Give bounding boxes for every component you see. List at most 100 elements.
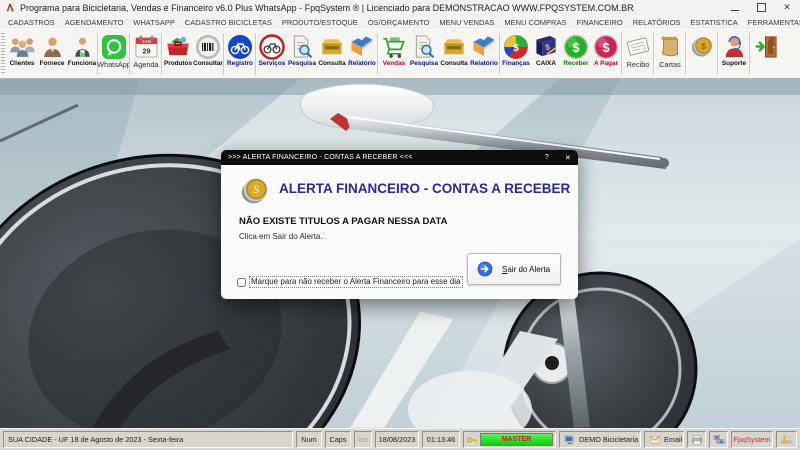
alert-optout-label[interactable]: Marque para não receber o Alerta Finance… bbox=[249, 276, 464, 288]
toolbar-button-registro[interactable]: Registro bbox=[225, 30, 255, 78]
optout-row: Marque para não receber o Alerta Finance… bbox=[237, 276, 464, 288]
toolbar-button-label: Produtos bbox=[163, 60, 193, 67]
menu-item-financeiro[interactable]: FINANCEIRO bbox=[571, 18, 627, 27]
toolbar-button-a-pagar[interactable]: $ A Pagar bbox=[591, 30, 621, 78]
toolbar-button-whatsapp[interactable]: WhatsApp bbox=[97, 30, 131, 78]
status-network-button[interactable] bbox=[709, 431, 728, 448]
toolbar-button-receber[interactable]: $ Receber bbox=[561, 30, 591, 78]
toolbar-button-label: Agenda bbox=[133, 60, 159, 69]
toolbar-button-pesquisa[interactable]: Pesquisa bbox=[287, 30, 317, 78]
svg-text:29: 29 bbox=[142, 47, 150, 56]
toolbar-button-label: Pesquisa bbox=[409, 60, 439, 67]
menu-item-cadastro-bicicletas[interactable]: CADASTRO BICICLETAS bbox=[180, 18, 277, 27]
dialog-body: S ALERTA FINANCEIRO - CONTAS A RECEBER N… bbox=[221, 165, 578, 299]
status-insert: Ins bbox=[354, 431, 372, 448]
close-button[interactable]: ✕ bbox=[774, 0, 800, 15]
receive-money-icon: $ bbox=[563, 32, 589, 61]
toolbar-button-label: Consulta bbox=[318, 60, 346, 67]
exit-alert-label: Sair do Alerta bbox=[502, 264, 551, 274]
toolbar-button-relatorio[interactable]: Relatório bbox=[469, 30, 499, 78]
menu-item-estatistica[interactable]: ESTATISTICA bbox=[686, 18, 743, 27]
dialog-hint: Clica em Sair do Alerta. bbox=[239, 232, 323, 241]
toolbar-button-suporte[interactable]: Suporte bbox=[719, 30, 749, 78]
toolbar-button-funciona[interactable]: Funciona bbox=[67, 30, 97, 78]
main-background: >>> ALERTA FINANCEIRO - CONTAS A RECEBER… bbox=[0, 79, 800, 428]
status-bar: SUA CIDADE - UF 18 de Agosto de 2023 - S… bbox=[0, 428, 800, 450]
users-icon bbox=[780, 433, 793, 446]
toolbar-button-cartas[interactable]: Cartas bbox=[655, 30, 685, 78]
status-numlock: Num bbox=[296, 431, 322, 448]
toolbar-button-label: Funciona bbox=[67, 60, 97, 67]
toolbar-button-relatorio[interactable]: Relatório bbox=[347, 30, 377, 78]
clients-icon bbox=[9, 32, 36, 61]
whatsapp-icon bbox=[101, 32, 127, 61]
menu-item-menu-vendas[interactable]: MENU VENDAS bbox=[434, 18, 499, 27]
menu-item-label: RELATÓRIOS bbox=[632, 17, 681, 27]
menu-item-label: OS/ORÇAMENTO bbox=[367, 17, 430, 27]
window-controls: ✕ bbox=[722, 0, 800, 15]
toolbar-button-produtos[interactable]: Produtos bbox=[163, 30, 193, 78]
toolbar-button-agenda[interactable]: JAN 29 Agenda bbox=[131, 30, 161, 78]
toolbar-button-label: Receber bbox=[563, 60, 589, 67]
window-title: Programa para Bicicletaria, Vendas e Fin… bbox=[20, 2, 634, 13]
status-user: MASTER bbox=[480, 433, 553, 446]
toolbar-button-coin[interactable]: $ bbox=[687, 30, 717, 78]
status-date: 18/08/2023 bbox=[375, 431, 419, 448]
cashbook-icon: $ bbox=[533, 32, 559, 61]
menu-item-label: WHATSAPP bbox=[133, 17, 175, 27]
menu-item-whatsapp[interactable]: WHATSAPP bbox=[128, 18, 180, 27]
toolbar-button-consultar[interactable]: Consultar bbox=[193, 30, 223, 78]
letters-icon bbox=[659, 32, 682, 61]
toolbar-button-label: Fornece bbox=[39, 60, 65, 67]
dialog-close-button[interactable]: ✕ bbox=[565, 154, 571, 162]
menu-item-agendamento[interactable]: AGENDAMENTO bbox=[60, 18, 129, 27]
toolbar-button-recibo[interactable]: Recibo bbox=[623, 30, 653, 78]
toolbar-button-caixa[interactable]: $ CAIXA bbox=[531, 30, 561, 78]
status-users-button[interactable] bbox=[776, 431, 797, 448]
products-icon bbox=[165, 32, 191, 61]
svg-text:$: $ bbox=[701, 41, 706, 51]
dialog-help-button[interactable]: ? bbox=[545, 154, 549, 161]
toolbar-button-consulta[interactable]: Consulta bbox=[439, 30, 469, 78]
receipt-icon bbox=[625, 32, 651, 61]
toolbar-button-servicos[interactable]: Serviços bbox=[257, 30, 287, 78]
menu-item-ferramentas[interactable]: FERRAMENTAS bbox=[743, 18, 800, 27]
toolbar-button-vendas[interactable]: Vendas bbox=[379, 30, 409, 78]
menu-item-menu-compras[interactable]: MENU COMPRAS bbox=[499, 18, 571, 27]
menu-item-produto-estoque[interactable]: PRODUTO/ESTOQUE bbox=[277, 18, 363, 27]
status-printer-button[interactable] bbox=[687, 431, 706, 448]
toolbar-button-label: A Pagar bbox=[594, 60, 618, 67]
svg-text:S: S bbox=[253, 182, 260, 196]
toolbar-button-clientes[interactable]: Clientes bbox=[7, 30, 37, 78]
minimize-button[interactable] bbox=[722, 0, 748, 15]
bike-service-icon bbox=[259, 32, 285, 61]
window-titlebar: Programa para Bicicletaria, Vendas e Fin… bbox=[0, 0, 800, 15]
drawer-icon bbox=[441, 32, 467, 61]
menu-item-os-orcamento[interactable]: OS/ORÇAMENTO bbox=[363, 18, 435, 27]
exit-alert-button[interactable]: Sair do Alerta bbox=[467, 253, 561, 285]
toolbar-button-exit-door[interactable] bbox=[751, 30, 781, 78]
network-icon bbox=[713, 434, 725, 446]
maximize-button[interactable] bbox=[748, 0, 774, 15]
menu-bar: CADASTROS AGENDAMENTO WHATSAPP CADASTRO BIC… bbox=[0, 15, 800, 29]
menu-item-label: FERRAMENTAS bbox=[747, 17, 800, 27]
toolbar-button-label: Consulta bbox=[440, 60, 468, 67]
menu-item-relatorios[interactable]: RELATÓRIOS bbox=[628, 18, 686, 27]
barcode-icon bbox=[195, 32, 221, 61]
dialog-titlebar: >>> ALERTA FINANCEIRO - CONTAS A RECEBER… bbox=[221, 150, 578, 165]
menu-item-label: FINANCEIRO bbox=[576, 17, 623, 27]
key-icon bbox=[466, 434, 478, 446]
menu-item-label: CADASTRO BICICLETAS bbox=[184, 17, 272, 27]
toolbar-button-label: Finanças bbox=[502, 60, 530, 67]
toolbar-button-consulta[interactable]: Consulta bbox=[317, 30, 347, 78]
coin-icon: $ bbox=[690, 32, 715, 61]
status-capslock: Caps bbox=[325, 431, 351, 448]
status-email-button[interactable]: Email bbox=[644, 431, 684, 448]
alert-optout-checkbox[interactable] bbox=[237, 277, 246, 287]
toolbar-button-fornece[interactable]: Fornece bbox=[37, 30, 67, 78]
menu-item-cadastros[interactable]: CADASTROS bbox=[3, 18, 60, 27]
toolbar-button-pesquisa[interactable]: Pesquisa bbox=[409, 30, 439, 78]
svg-text:$: $ bbox=[513, 43, 519, 54]
toolbar-button-financas[interactable]: $ Finanças bbox=[501, 30, 531, 78]
letter-icon bbox=[649, 434, 661, 446]
